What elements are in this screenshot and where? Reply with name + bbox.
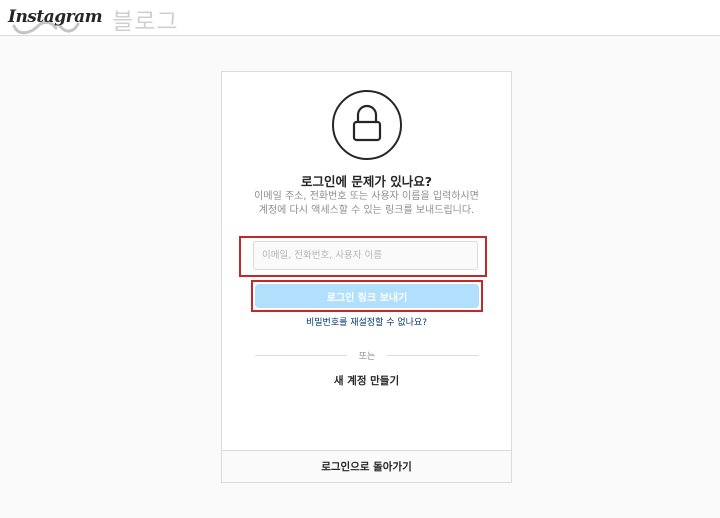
blog-label: 블로그 bbox=[112, 9, 179, 35]
instructions-text: 이메일 주소, 전화번호 또는 사용자 이름을 입력하시면 계정에 다시 액세스… bbox=[254, 191, 479, 216]
logo[interactable]: Instagram 블로그 bbox=[8, 2, 179, 35]
divider-label: 또는 bbox=[358, 351, 376, 362]
password-reset-card: 로그인에 문제가 있나요? 이메일 주소, 전화번호 또는 사용자 이름을 입력… bbox=[221, 71, 512, 483]
divider-line-right bbox=[387, 354, 479, 356]
create-new-account-link[interactable]: 새 계정 만들기 bbox=[222, 373, 511, 388]
lock-icon bbox=[332, 90, 402, 160]
cannot-reset-password-link[interactable]: 비밀번호를 재설정할 수 없나요? bbox=[222, 315, 511, 328]
account-identifier-input[interactable] bbox=[253, 241, 478, 270]
top-header: Instagram 블로그 bbox=[0, 0, 720, 36]
back-to-login-button[interactable]: 로그인으로 돌아가기 bbox=[222, 450, 511, 482]
or-divider: 또는 bbox=[255, 348, 479, 362]
back-to-login-label: 로그인으로 돌아가기 bbox=[321, 461, 412, 473]
instagram-logo-text: Instagram bbox=[8, 7, 103, 27]
page-title: 로그인에 문제가 있나요? bbox=[301, 174, 432, 189]
divider-line-left bbox=[255, 354, 347, 356]
send-login-link-button[interactable]: 로그인 링크 보내기 bbox=[255, 284, 479, 308]
